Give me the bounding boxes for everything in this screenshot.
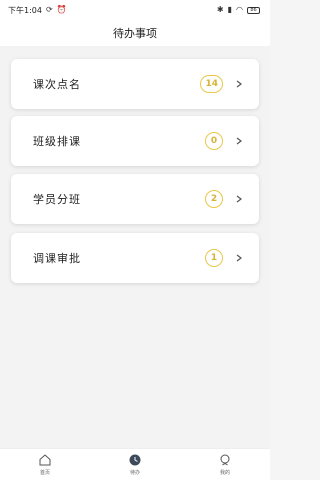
task-label: 班级排课: [33, 135, 81, 148]
task-card-roll-call[interactable]: 课次点名 14: [11, 59, 259, 109]
alarm-icon: ⏰: [56, 5, 67, 14]
battery-icon: 86: [247, 6, 260, 14]
chevron-right-icon: [236, 137, 242, 145]
nav-label: 我的: [219, 470, 230, 476]
task-card-reschedule-approval[interactable]: 调课审批 1: [11, 233, 259, 283]
task-card-class-schedule[interactable]: 班级排课 0: [11, 116, 259, 166]
profile-icon: [220, 454, 230, 466]
signal-icon: ▮: [227, 5, 233, 14]
bluetooth-icon: ✱: [216, 5, 224, 14]
sync-icon: ⟳: [45, 5, 53, 14]
nav-label: 首页: [39, 470, 50, 476]
bottom-nav: 首页 待办 我的: [0, 448, 270, 480]
status-bar: 下午1:04 ⟳ ⏰ ✱ ▮ ◠ 86: [0, 0, 270, 20]
nav-profile[interactable]: 我的: [195, 453, 255, 476]
todo-icon: [129, 454, 141, 466]
nav-todo[interactable]: 待办: [105, 453, 165, 476]
count-badge: 14: [200, 75, 223, 93]
chevron-right-icon: [236, 195, 242, 203]
task-label: 学员分班: [33, 193, 81, 206]
nav-label: 待办: [129, 470, 140, 476]
count-badge: 1: [205, 249, 223, 267]
nav-home[interactable]: 首页: [15, 453, 75, 476]
task-list: 课次点名 14 班级排课 0 学员分班 2 调课审批 1: [0, 46, 270, 448]
wifi-icon: ◠: [236, 5, 243, 14]
count-badge: 0: [205, 132, 223, 150]
chevron-right-icon: [236, 254, 242, 262]
status-left: 下午1:04 ⟳ ⏰: [8, 5, 67, 16]
count-badge: 2: [205, 190, 223, 208]
battery-level: 86: [250, 6, 257, 13]
page-title: 待办事项: [113, 27, 157, 40]
home-icon: [39, 454, 51, 466]
task-label: 调课审批: [33, 252, 81, 265]
status-time: 下午1:04: [8, 5, 42, 15]
app-header: 待办事项: [0, 20, 270, 46]
chevron-right-icon: [236, 80, 242, 88]
task-card-student-grouping[interactable]: 学员分班 2: [11, 174, 259, 224]
task-label: 课次点名: [33, 78, 81, 91]
status-right: ✱ ▮ ◠ 86: [217, 6, 260, 14]
